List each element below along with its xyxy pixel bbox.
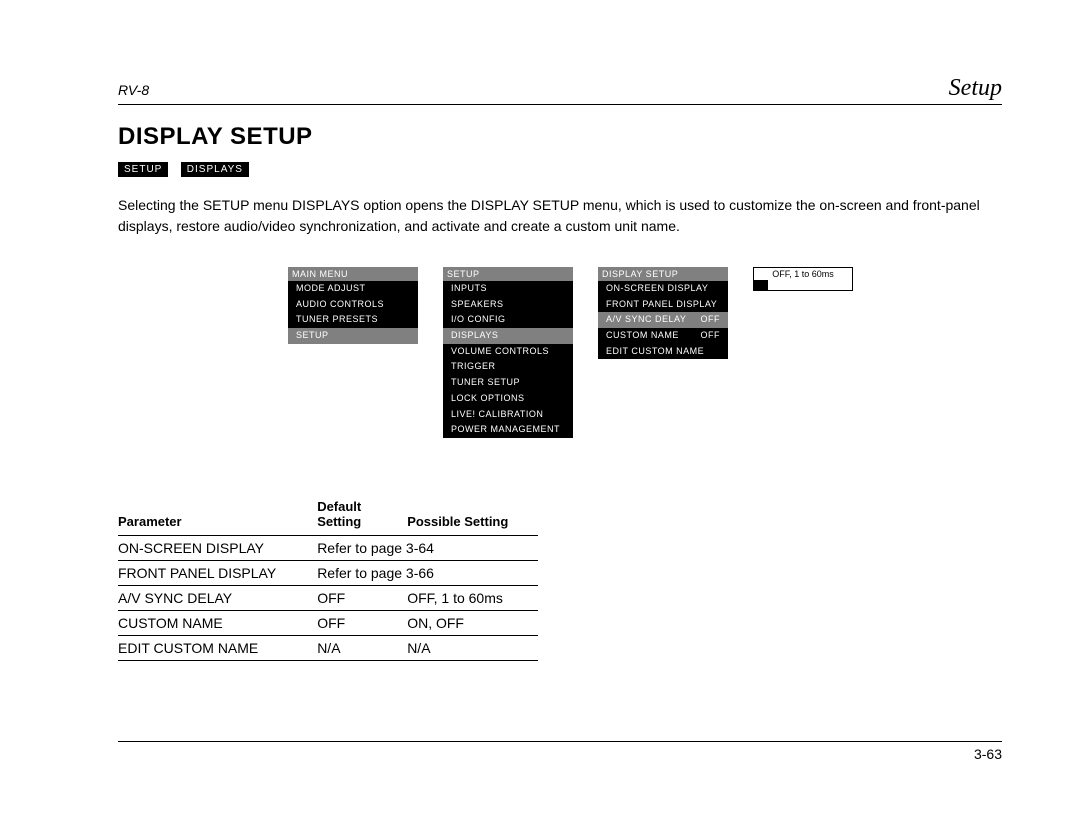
table-row: CUSTOM NAMEOFFON, OFF bbox=[118, 610, 538, 635]
display-setup-menu-box: DISPLAY SETUP ON-SCREEN DISPLAYFRONT PAN… bbox=[598, 267, 728, 359]
description-text: Selecting the SETUP menu DISPLAYS option… bbox=[118, 195, 1002, 237]
cell-default: OFF bbox=[317, 610, 407, 635]
menu-item: FRONT PANEL DISPLAY bbox=[598, 297, 728, 313]
menu-item: LOCK OPTIONS bbox=[443, 391, 573, 407]
cell-default: OFF bbox=[317, 585, 407, 610]
menu-item: TUNER PRESETS bbox=[288, 312, 418, 328]
cell-param: ON-SCREEN DISPLAY bbox=[118, 535, 317, 560]
model-label: RV-8 bbox=[118, 82, 149, 98]
menu-item: SPEAKERS bbox=[443, 297, 573, 313]
table-row: FRONT PANEL DISPLAYRefer to page 3-66 bbox=[118, 560, 538, 585]
cell-param: CUSTOM NAME bbox=[118, 610, 317, 635]
col-default: DefaultSetting bbox=[317, 493, 407, 536]
table-row: ON-SCREEN DISPLAYRefer to page 3-64 bbox=[118, 535, 538, 560]
table-row: EDIT CUSTOM NAMEN/AN/A bbox=[118, 635, 538, 660]
page-header: RV-8 Setup bbox=[118, 75, 1002, 105]
cell-default: Refer to page 3-66 bbox=[317, 560, 538, 585]
main-menu-title: MAIN MENU bbox=[288, 267, 418, 281]
col-parameter: Parameter bbox=[118, 493, 317, 536]
menu-item: INPUTS bbox=[443, 281, 573, 297]
cell-possible: N/A bbox=[407, 635, 538, 660]
setup-menu-title: SETUP bbox=[443, 267, 573, 281]
breadcrumb: SETUP DISPLAYS bbox=[118, 159, 1002, 177]
menu-item: MODE ADJUST bbox=[288, 281, 418, 297]
menu-item: SETUP bbox=[288, 328, 418, 344]
setup-menu-box: SETUP INPUTSSPEAKERSI/O CONFIGDISPLAYSVO… bbox=[443, 267, 573, 438]
cell-default: Refer to page 3-64 bbox=[317, 535, 538, 560]
menu-item: POWER MANAGEMENT bbox=[443, 422, 573, 438]
breadcrumb-displays: DISPLAYS bbox=[181, 162, 249, 177]
menu-item: TRIGGER bbox=[443, 359, 573, 375]
cell-param: FRONT PANEL DISPLAY bbox=[118, 560, 317, 585]
main-menu-box: MAIN MENU MODE ADJUSTAUDIO CONTROLSTUNER… bbox=[288, 267, 418, 344]
cell-possible: ON, OFF bbox=[407, 610, 538, 635]
menu-item: DISPLAYS bbox=[443, 328, 573, 344]
menu-item: A/V SYNC DELAYOFF bbox=[598, 312, 728, 328]
table-row: A/V SYNC DELAYOFFOFF, 1 to 60ms bbox=[118, 585, 538, 610]
display-setup-title: DISPLAY SETUP bbox=[598, 267, 728, 281]
menu-item: EDIT CUSTOM NAME bbox=[598, 344, 728, 360]
slider-fill bbox=[754, 280, 768, 290]
menu-screenshots: MAIN MENU MODE ADJUSTAUDIO CONTROLSTUNER… bbox=[288, 267, 1002, 438]
menu-item: ON-SCREEN DISPLAY bbox=[598, 281, 728, 297]
breadcrumb-setup: SETUP bbox=[118, 162, 168, 177]
page-footer: 3-63 bbox=[118, 741, 1002, 762]
cell-param: A/V SYNC DELAY bbox=[118, 585, 317, 610]
cell-default: N/A bbox=[317, 635, 407, 660]
slider-label: OFF, 1 to 60ms bbox=[754, 268, 852, 280]
slider-track bbox=[754, 280, 852, 290]
page-heading: DISPLAY SETUP bbox=[118, 123, 1002, 151]
parameter-table: Parameter DefaultSetting Possible Settin… bbox=[118, 493, 538, 661]
page-number: 3-63 bbox=[974, 746, 1002, 762]
menu-item: TUNER SETUP bbox=[443, 375, 573, 391]
menu-item: LIVE! CALIBRATION bbox=[443, 407, 573, 423]
col-possible: Possible Setting bbox=[407, 493, 538, 536]
slider-box: OFF, 1 to 60ms bbox=[753, 267, 853, 291]
cell-param: EDIT CUSTOM NAME bbox=[118, 635, 317, 660]
menu-item: AUDIO CONTROLS bbox=[288, 297, 418, 313]
section-title: Setup bbox=[949, 75, 1002, 102]
menu-item: I/O CONFIG bbox=[443, 312, 573, 328]
menu-item: CUSTOM NAMEOFF bbox=[598, 328, 728, 344]
menu-item: VOLUME CONTROLS bbox=[443, 344, 573, 360]
cell-possible: OFF, 1 to 60ms bbox=[407, 585, 538, 610]
